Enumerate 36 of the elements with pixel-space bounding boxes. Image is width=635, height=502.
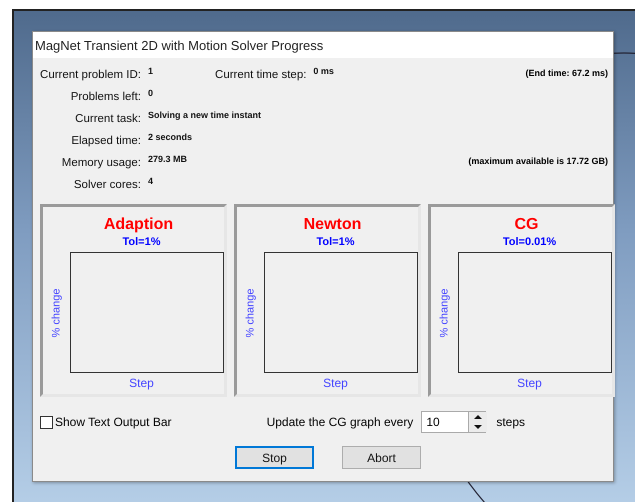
field-value: 279.3 MB [148, 154, 188, 164]
axis-label: % change [438, 288, 450, 337]
update-label: Update the CG graph every [266, 415, 414, 429]
field-value: 1 [148, 66, 154, 76]
window-title: MagNet Transient 2D with Motion Solver Progress [35, 38, 324, 52]
axis-label: Step [517, 376, 542, 390]
memory-note: (maximum available is 17.72 GB) [468, 156, 608, 166]
tolerance-label: Tol=1% [122, 236, 160, 248]
field-label: Current task: [74, 113, 141, 125]
axis-label: % change [50, 288, 62, 337]
checkbox-label: Show Text Output Bar [55, 415, 172, 429]
steps-field[interactable]: 10 [421, 411, 468, 433]
dialog-button[interactable]: Stop [235, 446, 314, 469]
steps-label: steps [496, 415, 525, 429]
axis-label: Step [129, 376, 154, 390]
field-label: Current problem ID: [39, 69, 141, 81]
field-value: 0 [148, 88, 154, 98]
tolerance-label: Tol=0.01% [502, 236, 556, 248]
field-label: Problems left: [70, 91, 141, 103]
axis-label: Step [323, 376, 348, 390]
field-value: Solving a new time instant [148, 110, 262, 120]
graph-title: Adaption [104, 216, 174, 234]
field-value: 2 seconds [148, 132, 192, 142]
graph-title: Newton [304, 216, 362, 234]
checkbox[interactable] [40, 416, 53, 428]
end-time-note: (End time: 67.2 ms) [525, 68, 608, 78]
field-label: Elapsed time: [70, 135, 141, 147]
tolerance-label: Tol=1% [316, 236, 354, 248]
field-label: Current time step: [215, 69, 306, 81]
field-label: Memory usage: [60, 157, 141, 169]
dialog-button[interactable]: Abort [342, 446, 421, 469]
axis-label: % change [244, 288, 256, 337]
field-value: 0 ms [313, 66, 334, 78]
field-value: 4 [148, 176, 154, 186]
field-label: Solver cores: [72, 179, 141, 191]
graph-title: CG [514, 216, 538, 234]
